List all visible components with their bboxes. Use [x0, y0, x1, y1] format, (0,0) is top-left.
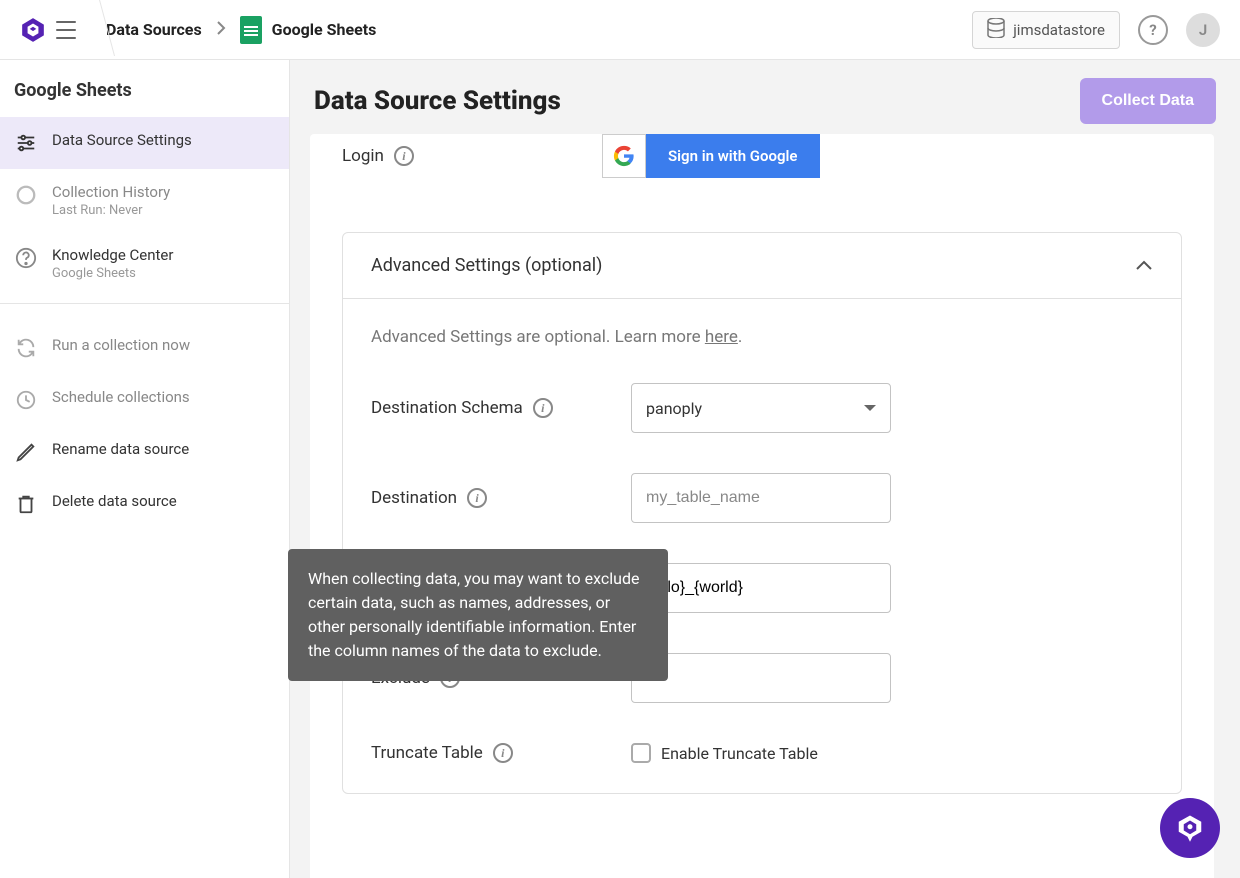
datastore-selector[interactable]: jimsdatastore — [972, 11, 1120, 49]
chat-fab[interactable] — [1160, 798, 1220, 858]
help-icon[interactable]: ? — [1138, 15, 1168, 45]
sidebar-action-label: Run a collection now — [52, 336, 190, 354]
app-logo[interactable] — [20, 17, 46, 43]
sidebar-action-run-collection[interactable]: Run a collection now — [0, 322, 289, 374]
destination-schema-label: Destination Schema — [371, 398, 523, 418]
trash-icon — [14, 492, 38, 516]
sidebar-item-sublabel: Google Sheets — [52, 266, 173, 281]
sidebar-action-delete[interactable]: Delete data source — [0, 478, 289, 530]
advanced-settings-toggle[interactable]: Advanced Settings (optional) — [343, 233, 1181, 299]
sidebar-action-label: Rename data source — [52, 440, 189, 458]
info-icon[interactable]: i — [394, 146, 414, 166]
google-sheets-icon — [240, 16, 262, 44]
google-logo-icon — [613, 145, 635, 167]
truncate-label: Truncate Table — [371, 743, 483, 763]
breadcrumb: Data Sources Google Sheets — [106, 16, 376, 44]
login-label: Login — [342, 146, 384, 166]
collect-data-button[interactable]: Collect Data — [1080, 78, 1216, 124]
exclude-tooltip: When collecting data, you may want to ex… — [288, 549, 668, 681]
sidebar-action-rename[interactable]: Rename data source — [0, 426, 289, 478]
sidebar-item-sublabel: Last Run: Never — [52, 203, 170, 218]
google-signin-button[interactable]: Sign in with Google — [602, 134, 820, 178]
sidebar-item-knowledge-center[interactable]: Knowledge Center Google Sheets — [0, 232, 289, 295]
exclude-input[interactable] — [646, 669, 876, 687]
refresh-icon — [14, 336, 38, 360]
sidebar-item-label: Knowledge Center — [52, 246, 173, 264]
destination-schema-select[interactable]: panoply — [631, 383, 891, 433]
pencil-icon — [14, 440, 38, 464]
sidebar-item-data-source-settings[interactable]: Data Source Settings — [0, 117, 289, 169]
breadcrumb-root[interactable]: Data Sources — [106, 20, 202, 39]
learn-more-link[interactable]: here — [705, 327, 738, 347]
advanced-hint: Advanced Settings are optional. Learn mo… — [371, 327, 1153, 347]
help-circle-icon — [14, 246, 38, 270]
spinner-icon — [14, 183, 38, 207]
primary-key-input[interactable] — [646, 579, 876, 597]
info-icon[interactable]: i — [467, 488, 487, 508]
breadcrumb-current: Google Sheets — [272, 20, 377, 39]
destination-input[interactable] — [646, 489, 876, 507]
chevron-up-icon — [1135, 256, 1153, 275]
sidebar-action-label: Schedule collections — [52, 388, 190, 406]
info-icon[interactable]: i — [493, 743, 513, 763]
datastore-name: jimsdatastore — [1013, 21, 1105, 39]
truncate-checkbox[interactable] — [631, 743, 651, 763]
clock-icon — [14, 388, 38, 412]
page-title: Data Source Settings — [314, 86, 561, 116]
sidebar-item-label: Collection History — [52, 183, 170, 201]
sidebar-item-label: Data Source Settings — [52, 131, 192, 149]
google-signin-label: Sign in with Google — [646, 134, 820, 178]
advanced-settings-heading: Advanced Settings (optional) — [371, 255, 602, 276]
sliders-icon — [14, 131, 38, 155]
avatar[interactable]: J — [1186, 13, 1220, 47]
database-icon — [987, 18, 1005, 42]
sidebar-action-label: Delete data source — [52, 492, 177, 510]
sidebar-title: Google Sheets — [0, 60, 289, 117]
sidebar-action-schedule[interactable]: Schedule collections — [0, 374, 289, 426]
info-icon[interactable]: i — [533, 398, 553, 418]
sidebar: Google Sheets Data Source Settings Colle… — [0, 60, 290, 878]
caret-down-icon — [864, 405, 876, 411]
sidebar-item-collection-history[interactable]: Collection History Last Run: Never — [0, 169, 289, 232]
chevron-right-icon — [216, 20, 226, 39]
truncate-checkbox-label: Enable Truncate Table — [661, 744, 818, 763]
destination-label: Destination — [371, 488, 457, 508]
